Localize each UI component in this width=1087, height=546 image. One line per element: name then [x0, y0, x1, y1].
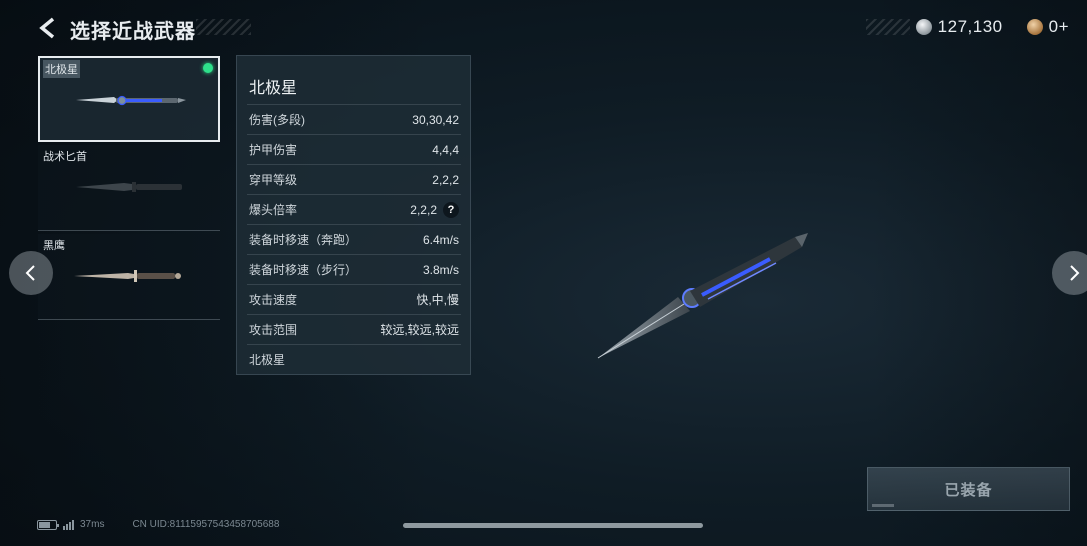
stat-row-description: 北极星 — [247, 344, 461, 374]
stat-label: 爆头倍率 — [249, 203, 298, 217]
currency-decoration — [865, 19, 910, 35]
weapon-name: 北极星 — [43, 60, 80, 78]
silver-coin-amount: 127,130 — [937, 17, 1003, 36]
stat-value: 6.4m/s — [422, 232, 459, 247]
stat-label: 攻击范围 — [249, 323, 298, 337]
stat-row-headshot: 爆头倍率 2,2,2 ? — [247, 194, 461, 224]
bronze-coin-amount[interactable]: 0+ — [1049, 17, 1069, 37]
stat-row-run-speed: 装备时移速（奔跑） 6.4m/s — [247, 224, 461, 254]
stat-row-attack-speed: 攻击速度 快,中,慢 — [247, 284, 461, 314]
weapon-name: 战术匕首 — [43, 151, 87, 163]
polaris-knife-icon — [76, 95, 186, 106]
stat-label: 护甲伤害 — [249, 143, 298, 157]
stat-label: 穿甲等级 — [249, 173, 298, 187]
stat-row-penetration: 穿甲等级 2,2,2 — [247, 164, 461, 194]
status-footer: 37ms CN UID:81115957543458705688 — [37, 519, 279, 530]
black-hawk-knife-icon — [74, 270, 181, 282]
chevron-left-icon — [25, 265, 35, 281]
stat-value: 2,2,2 — [410, 202, 437, 217]
bronze-coin-icon — [1026, 19, 1043, 35]
stat-value: 快,中,慢 — [416, 293, 459, 307]
currency-bar: 127,130 0+ — [865, 14, 1069, 40]
tactical-dagger-icon — [76, 182, 182, 192]
equip-button-label: 已装备 — [944, 481, 993, 499]
stat-label: 攻击速度 — [249, 293, 298, 307]
silver-coin-icon — [915, 19, 932, 35]
equipped-indicator — [203, 63, 213, 73]
stat-value: 较远,较远,较远 — [380, 323, 459, 337]
page-title: 选择近战武器 — [70, 21, 196, 43]
battery-icon — [37, 519, 59, 530]
stat-value: 3.8m/s — [422, 262, 459, 277]
user-uid: CN UID:81115957543458705688 — [132, 519, 280, 530]
stat-label: 装备时移速（步行） — [249, 263, 358, 277]
weapon-list: 北极星 战术匕首 黑鹰 — [38, 56, 220, 320]
stat-label: 装备时移速（奔跑） — [249, 233, 358, 247]
stat-value-wrapper: 2,2,2 ? — [410, 201, 459, 218]
weapon-card-black-hawk[interactable]: 黑鹰 — [38, 234, 220, 320]
previous-weapon-button[interactable] — [9, 251, 53, 295]
stat-value: 2,2,2 — [432, 172, 459, 187]
ping-value: 37ms — [80, 519, 105, 530]
weapon-name: 黑鹰 — [43, 240, 65, 252]
weapon-preview-model[interactable] — [590, 225, 815, 365]
weapon-stats-panel: 北极星 伤害(多段) 30,30,42 护甲伤害 4,4,4 穿甲等级 2,2,… — [236, 55, 471, 375]
stat-row-attack-range: 攻击范围 较远,较远,较远 — [247, 314, 461, 344]
stats-table: 伤害(多段) 30,30,42 护甲伤害 4,4,4 穿甲等级 2,2,2 爆头… — [247, 104, 461, 374]
weapon-card-polaris[interactable]: 北极星 — [38, 56, 220, 142]
back-arrow-icon — [39, 17, 55, 39]
stats-weapon-name: 北极星 — [249, 80, 298, 97]
weapon-card-tactical-dagger[interactable]: 战术匕首 — [38, 145, 220, 231]
back-button[interactable] — [36, 16, 60, 40]
scroll-indicator[interactable] — [403, 523, 703, 528]
stat-label: 伤害(多段) — [249, 113, 305, 127]
stat-row-damage: 伤害(多段) 30,30,42 — [247, 104, 461, 134]
help-icon[interactable]: ? — [443, 201, 459, 218]
stat-value: 30,30,42 — [412, 112, 459, 127]
stat-row-walk-speed: 装备时移速（步行） 3.8m/s — [247, 254, 461, 284]
title-decoration — [196, 19, 251, 35]
chevron-right-icon — [1070, 265, 1080, 281]
button-decoration — [872, 504, 894, 507]
signal-icon — [63, 519, 74, 530]
equipped-button[interactable]: 已装备 — [867, 467, 1070, 511]
stat-label: 北极星 — [249, 353, 286, 367]
stat-row-armor-damage: 护甲伤害 4,4,4 — [247, 134, 461, 164]
stat-value: 4,4,4 — [432, 142, 459, 157]
